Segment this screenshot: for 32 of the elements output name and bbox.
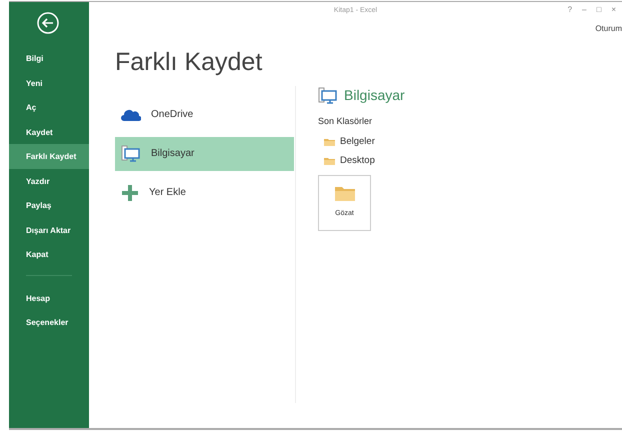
cloud-icon <box>121 108 141 120</box>
sidebar-item[interactable]: Yazdır <box>9 168 89 193</box>
sidebar-item[interactable]: Dışarı Aktar <box>9 218 89 242</box>
sidebar-item[interactable]: Kaydet <box>9 120 89 144</box>
sign-in-link[interactable]: Oturum <box>595 23 622 35</box>
folder-item[interactable]: Desktop <box>318 152 381 170</box>
section-heading: Bilgisayar <box>344 86 405 105</box>
folder-icon <box>324 157 335 165</box>
computer-icon <box>121 144 141 162</box>
sidebar-item[interactable]: Paylaş <box>9 193 89 218</box>
page-title: Farklı Kaydet <box>115 47 264 78</box>
sidebar-item[interactable]: Yeni <box>9 70 89 95</box>
computer-icon <box>318 86 338 104</box>
maximize-button[interactable]: □ <box>596 4 602 16</box>
section-subheading: Son Klasörler <box>318 115 374 128</box>
folder-item[interactable]: Belgeler <box>318 132 381 152</box>
folder-icon <box>324 138 335 146</box>
sidebar-item[interactable]: Bilgi <box>9 46 89 70</box>
folder-icon <box>334 186 354 201</box>
place-item[interactable]: Bilgisayar <box>115 136 294 170</box>
sidebar-item[interactable]: Aç <box>9 95 89 120</box>
plus-icon <box>121 184 139 202</box>
help-button[interactable]: ? <box>568 4 572 16</box>
close-button[interactable]: × <box>611 4 616 16</box>
sidebar-item[interactable]: Seçenekler <box>9 310 89 334</box>
back-icon[interactable] <box>37 12 59 34</box>
sidebar-item[interactable]: Farklı Kaydet <box>9 144 89 168</box>
place-item[interactable]: OneDrive <box>115 98 294 132</box>
sidebar-item[interactable]: Hesap <box>9 286 89 310</box>
place-item[interactable]: Yer Ekle <box>115 176 294 210</box>
minimize-button[interactable]: – <box>582 4 586 16</box>
sidebar-item[interactable]: Kapat <box>9 242 89 266</box>
